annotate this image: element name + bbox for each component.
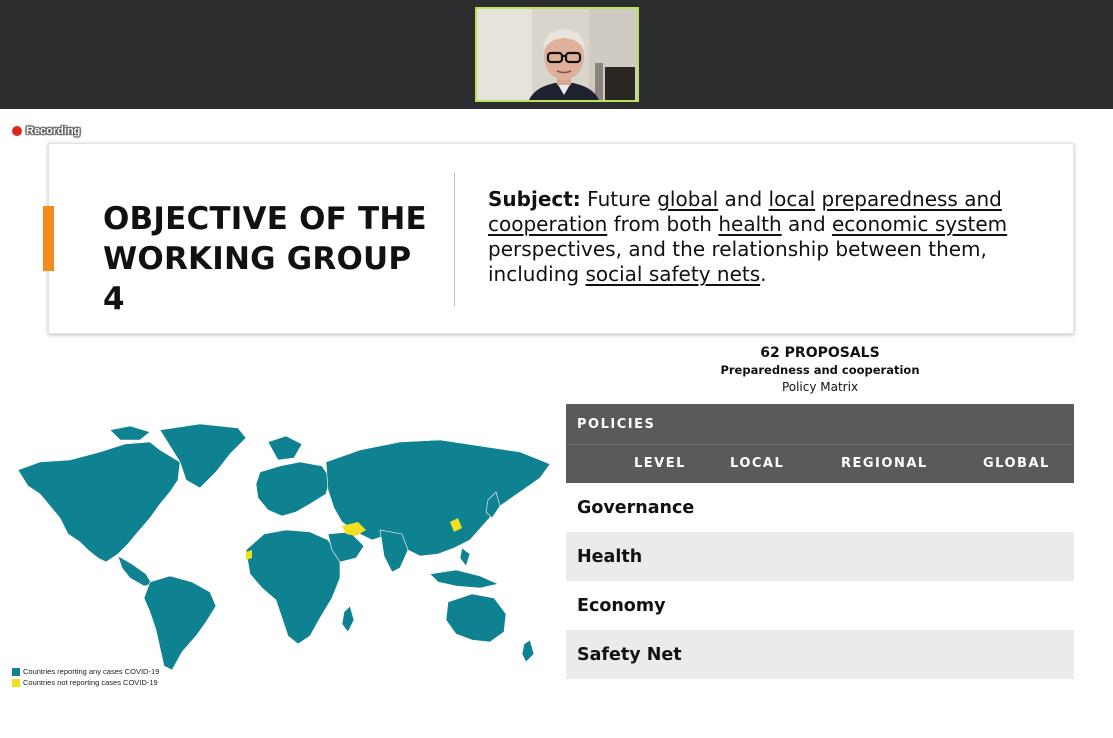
accent-bar [43, 206, 54, 271]
proposals-caption: Policy Matrix [781, 380, 859, 394]
proposals-subtitle: Preparedness and cooperation [720, 363, 920, 377]
recording-dot-icon [12, 126, 22, 136]
column-header-regional: REGIONAL [841, 456, 928, 471]
subject-label: Subject: [488, 187, 581, 211]
subject-keyword: global [657, 187, 719, 211]
recording-label: Recording [26, 125, 81, 137]
subject-text-segment: Future [580, 187, 658, 211]
matrix-header: POLICIES LEVEL LOCAL REGIONAL GLOBAL [566, 404, 1074, 483]
subject-text-segment: and [718, 187, 769, 211]
column-header-level: LEVEL [634, 456, 686, 471]
subject-keyword: health [718, 212, 782, 236]
proposals-count: 62 PROPOSALS [760, 345, 880, 361]
recording-indicator: Recording [12, 125, 80, 137]
matrix-header-divider [566, 444, 1074, 445]
objective-card: OBJECTIVE OF THE WORKING GROUP 4 Subject… [43, 143, 1074, 334]
objective-title: OBJECTIVE OF THE WORKING GROUP 4 [103, 201, 427, 317]
matrix-row-governance: Governance [577, 497, 695, 518]
card-divider [454, 172, 455, 306]
participant-video-image [477, 9, 637, 100]
subject-keyword: social safety nets [585, 262, 761, 286]
legend-item-reporting: Countries reporting any cases COVID-19 [12, 666, 159, 677]
legend-item-not-reporting: Countries not reporting cases COVID-19 [12, 677, 159, 688]
subject-text-segment: from both [607, 212, 719, 236]
subject-text-segment: . [760, 262, 767, 286]
column-header-global: GLOBAL [983, 456, 1050, 471]
legend-label-not-reporting: Countries not reporting cases COVID-19 [23, 678, 158, 687]
legend-swatch-reporting [12, 667, 20, 676]
subject-keyword: economic system [832, 212, 1008, 236]
subject-text-segment: and [781, 212, 832, 236]
legend-swatch-not-reporting [12, 678, 20, 687]
column-header-local: LOCAL [730, 456, 785, 471]
matrix-header-policies: POLICIES [577, 417, 656, 432]
matrix-row-economy: Economy [577, 595, 666, 616]
meeting-topbar [0, 0, 1113, 109]
legend-label-reporting: Countries reporting any cases COVID-19 [23, 667, 160, 676]
subject-text: Subject: Future global and local prepare… [488, 187, 1028, 287]
matrix-row-health: Health [566, 532, 1074, 581]
proposals-header: 62 PROPOSALS Preparedness and cooperatio… [700, 344, 940, 396]
subject-keyword: local [768, 187, 816, 211]
policy-matrix: POLICIES LEVEL LOCAL REGIONAL GLOBAL Gov… [566, 404, 1074, 679]
participant-video[interactable] [475, 7, 639, 102]
world-map-image [17, 423, 551, 670]
matrix-row-safety-net: Safety Net [566, 630, 1074, 679]
map-legend: Countries reporting any cases COVID-19 C… [12, 666, 159, 688]
